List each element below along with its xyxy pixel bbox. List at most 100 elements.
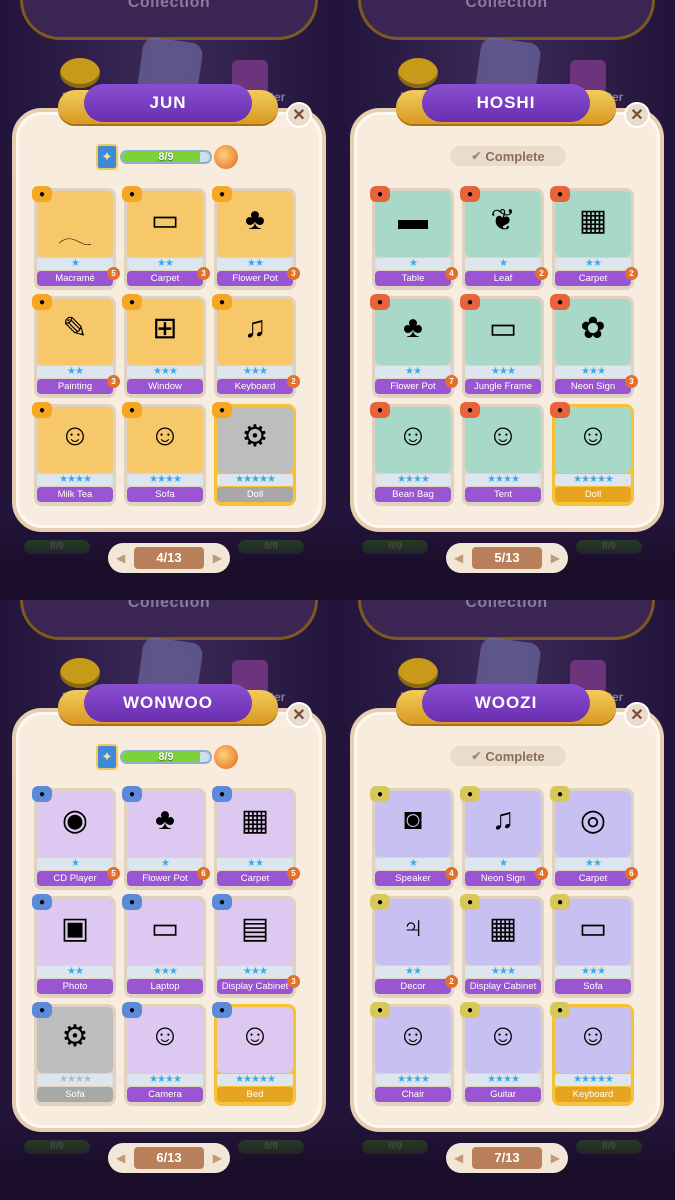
item-card[interactable]: ♫ ● ★★★ Keyboard 2 <box>212 294 300 398</box>
item-card[interactable]: ◙ ● ★ Speaker 4 <box>370 786 458 890</box>
prev-page-button[interactable]: ◀ <box>454 1151 463 1165</box>
item-card[interactable]: ☺ ● ★★★★ Sofa <box>122 402 206 506</box>
item-card[interactable]: ▤ ● ★★★ Display Cabinet 3 <box>212 894 300 998</box>
item-count-badge: 6 <box>625 867 638 880</box>
item-label: Bean Bag <box>375 487 451 502</box>
item-card[interactable]: ♣ ● ★★ Flower Pot 7 <box>370 294 458 398</box>
item-image: ☺ <box>487 419 519 452</box>
next-page-button[interactable]: ▶ <box>213 551 222 565</box>
prev-page-button[interactable]: ◀ <box>116 551 125 565</box>
item-count-badge: 2 <box>535 267 548 280</box>
member-mascot-icon: ● <box>122 786 142 802</box>
item-image: ▦ <box>488 912 518 945</box>
item-stars: ★★ <box>217 258 293 270</box>
item-label: Guitar <box>465 1087 541 1102</box>
item-card[interactable]: ❦ ● ★ Leaf 2 <box>460 186 548 290</box>
item-card[interactable]: ♫ ● ★ Neon Sign 4 <box>460 786 548 890</box>
item-stars: ★ <box>375 258 451 270</box>
item-image: ❦ <box>490 204 516 237</box>
complete-badge: ✔ Complete <box>450 746 566 766</box>
item-image: ☺ <box>577 1019 609 1052</box>
item-card[interactable]: ☺ ● ★★★★★ Keyboard <box>550 1002 634 1106</box>
item-card[interactable]: ▭ ● ★★★ Laptop <box>122 894 206 998</box>
close-button[interactable]: ✕ <box>286 102 312 128</box>
item-card[interactable]: ⚙ ● ★★★★ Sofa <box>32 1002 116 1106</box>
member-mascot-icon: ● <box>550 1002 570 1018</box>
item-image: ◉ <box>61 804 89 837</box>
item-card[interactable]: ♣ ● ★★ Flower Pot 3 <box>212 186 300 290</box>
item-count-badge: 4 <box>445 867 458 880</box>
item-image: ☺ <box>149 419 181 452</box>
item-card[interactable]: ⊞ ● ★★★ Window <box>122 294 206 398</box>
reward-icon[interactable] <box>214 145 238 169</box>
item-card[interactable]: ▬ ● ★ Table 4 <box>370 186 458 290</box>
item-image: ⚙ <box>241 420 269 453</box>
item-count-badge: 5 <box>107 267 120 280</box>
item-label: Sofa <box>555 979 631 994</box>
item-card[interactable]: ⚙ ● ★★★★★ Doll <box>212 402 296 506</box>
close-button[interactable]: ✕ <box>624 102 650 128</box>
item-label: Window <box>127 379 203 394</box>
item-label: Photo <box>37 979 113 994</box>
item-stars: ★★★★ <box>465 474 541 486</box>
item-card[interactable]: ◎ ● ★★ Carpet 6 <box>550 786 638 890</box>
next-page-button[interactable]: ▶ <box>213 1151 222 1165</box>
next-page-button[interactable]: ▶ <box>551 1151 560 1165</box>
item-stars: ★★ <box>555 858 631 870</box>
item-stars: ★★★★ <box>37 474 113 486</box>
item-card[interactable]: ☺ ● ★★★★ Chair <box>370 1002 454 1106</box>
item-image: ☺ <box>239 1019 271 1052</box>
close-button[interactable]: ✕ <box>286 702 312 728</box>
item-label: Leaf <box>465 271 541 286</box>
item-label: Table <box>375 271 451 286</box>
item-card[interactable]: 𓂃 ● ★ Macramé 5 <box>32 186 120 290</box>
item-card[interactable]: ☺ ● ★★★★★ Doll <box>550 402 634 506</box>
item-stars: ★★★ <box>465 966 541 978</box>
item-label: Chair <box>375 1087 451 1102</box>
item-card[interactable]: ✿ ● ★★★ Neon Sign 3 <box>550 294 638 398</box>
item-card[interactable]: ▭ ● ★★ Carpet 3 <box>122 186 210 290</box>
item-image: ♃ <box>401 911 425 944</box>
item-card[interactable]: ♃ ● ★★ Decor 2 <box>370 894 458 998</box>
member-mascot-icon: ● <box>370 786 390 802</box>
reward-icon[interactable] <box>214 745 238 769</box>
item-card[interactable]: ☺ ● ★★★★ Milk Tea <box>32 402 116 506</box>
item-card[interactable]: ☺ ● ★★★★ Guitar <box>460 1002 544 1106</box>
item-stars: ★★ <box>37 966 113 978</box>
item-card[interactable]: ☺ ● ★★★★★ Bed <box>212 1002 296 1106</box>
next-page-button[interactable]: ▶ <box>551 551 560 565</box>
item-label: CD Player <box>37 871 113 886</box>
background-title: Collection <box>127 0 211 11</box>
item-card[interactable]: ▦ ● ★★ Carpet 5 <box>212 786 300 890</box>
item-label: Flower Pot <box>217 271 293 286</box>
item-image: ♫ <box>491 803 515 836</box>
item-image: ▭ <box>488 312 518 345</box>
item-card[interactable]: ▦ ● ★★ Carpet 2 <box>550 186 638 290</box>
complete-label: Complete <box>485 748 545 764</box>
prev-page-button[interactable]: ◀ <box>116 1151 125 1165</box>
item-count-badge: 3 <box>197 267 210 280</box>
page-number: 5/13 <box>472 547 542 569</box>
member-mascot-icon: ● <box>32 1002 52 1018</box>
item-card[interactable]: ◉ ● ★ CD Player 5 <box>32 786 120 890</box>
member-mascot-icon: ● <box>32 894 52 910</box>
item-label: Camera <box>127 1087 203 1102</box>
close-button[interactable]: ✕ <box>624 702 650 728</box>
item-card[interactable]: ☺ ● ★★★★ Camera <box>122 1002 206 1106</box>
item-card[interactable]: ▭ ● ★★★ Jungle Frame <box>460 294 544 398</box>
item-card[interactable]: ♣ ● ★ Flower Pot 6 <box>122 786 210 890</box>
item-stars: ★★★★ <box>465 1074 541 1086</box>
page-selector: ◀ 7/13 ▶ <box>446 1143 568 1173</box>
item-label: Keyboard <box>217 379 293 394</box>
item-card[interactable]: ☺ ● ★★★★ Tent <box>460 402 544 506</box>
item-stars: ★★ <box>375 366 451 378</box>
item-card[interactable]: ▭ ● ★★★ Sofa <box>550 894 634 998</box>
member-mascot-icon: ● <box>212 294 232 310</box>
prev-page-button[interactable]: ◀ <box>454 551 463 565</box>
member-name-ribbon: JUN <box>58 84 278 126</box>
item-card[interactable]: ▣ ● ★★ Photo <box>32 894 116 998</box>
item-card[interactable]: ☺ ● ★★★★ Bean Bag <box>370 402 454 506</box>
item-card[interactable]: ✎ ● ★★ Painting 3 <box>32 294 120 398</box>
item-card[interactable]: ▦ ● ★★★ Display Cabinet <box>460 894 544 998</box>
item-card-grid: 𓂃 ● ★ Macramé 5 ▭ ● ★★ Carpet 3 ♣ ● ★★ F… <box>32 186 300 510</box>
